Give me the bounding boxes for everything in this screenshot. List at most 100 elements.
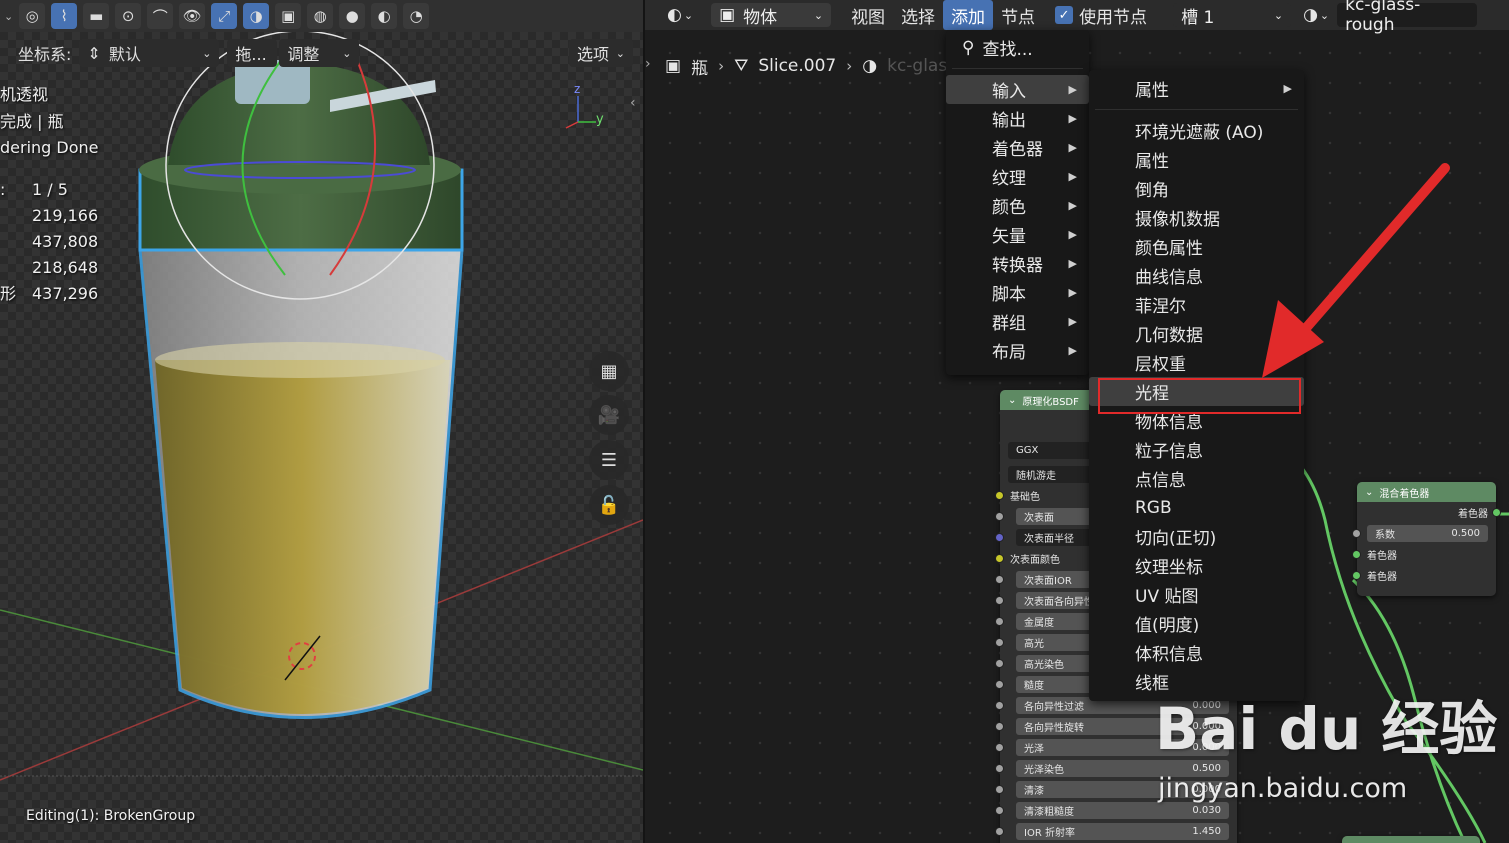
chevron-down-icon[interactable]: ⌄ — [1365, 487, 1373, 498]
add-menu-category[interactable]: 颜色 ▶ — [946, 191, 1089, 220]
input-label: 高光 — [1024, 639, 1044, 650]
input-node-menu-item[interactable]: UV 贴图 — [1089, 580, 1304, 609]
input-socket[interactable] — [995, 659, 1004, 668]
menu-divider — [952, 68, 1083, 69]
add-menu-category[interactable]: 脚本 ▶ — [946, 278, 1089, 307]
input-socket[interactable] — [1352, 571, 1361, 580]
camera-view-icon[interactable]: 🎥 — [589, 395, 629, 435]
gizmo-toggle-icon[interactable]: ⤢ — [211, 3, 238, 29]
proportional-edit-icon[interactable]: ⊙ — [115, 3, 142, 29]
chevron-down-icon[interactable]: ⌄ — [1008, 395, 1016, 406]
category-label: 纹理 — [992, 169, 1026, 189]
input-socket[interactable] — [1352, 550, 1361, 559]
lock-camera-icon[interactable]: 🔓 — [589, 485, 629, 525]
stat-value: 1 / 5 — [32, 180, 68, 199]
stat-value: 437,296 — [32, 284, 99, 303]
input-socket[interactable] — [995, 512, 1004, 521]
axis-x-line — [565, 121, 579, 129]
input-node-menu-item[interactable]: 属性 ▶ — [1089, 74, 1304, 103]
input-socket[interactable] — [995, 743, 1004, 752]
input-socket[interactable] — [995, 491, 1004, 500]
input-node-menu-item[interactable]: RGB — [1089, 493, 1304, 522]
input-socket[interactable] — [995, 554, 1004, 563]
input-socket[interactable] — [995, 617, 1004, 626]
input-node-menu-item[interactable]: 几何数据 — [1089, 319, 1304, 348]
input-socket[interactable] — [995, 701, 1004, 710]
add-menu-category[interactable]: 群组 ▶ — [946, 307, 1089, 336]
input-node-menu-item[interactable]: 曲线信息 — [1089, 261, 1304, 290]
input-label: 次表面 — [1024, 513, 1054, 524]
input-node-menu-item[interactable]: 切向(正切) — [1089, 522, 1304, 551]
add-menu-category[interactable]: 纹理 ▶ — [946, 162, 1089, 191]
sidebar-toggle-icon[interactable]: ‹ — [630, 95, 636, 111]
add-menu-category[interactable]: 输出 ▶ — [946, 104, 1089, 133]
input-node-menu-item[interactable]: 点信息 — [1089, 464, 1304, 493]
options-menu[interactable]: 选项 ⌄ — [569, 39, 633, 67]
input-socket[interactable] — [995, 596, 1004, 605]
input-socket[interactable] — [995, 533, 1004, 542]
snap-icon[interactable]: ⌇ — [51, 3, 78, 29]
menu-item-label: RGB — [1135, 497, 1172, 518]
visibility-icon[interactable]: 👁 — [179, 3, 206, 29]
menu-item-label: 点信息 — [1135, 471, 1186, 491]
snap-increment-icon[interactable]: ▬ — [83, 3, 110, 29]
navigation-axis-gizmo[interactable]: z y — [560, 82, 620, 142]
input-socket[interactable] — [995, 764, 1004, 773]
input-node-menu-item[interactable]: 体积信息 — [1089, 638, 1304, 667]
input-field[interactable]: IOR 折射率 1.450 — [1016, 823, 1229, 840]
input-node-menu-item[interactable]: 环境光遮蔽 (AO) — [1089, 116, 1304, 145]
input-socket[interactable] — [995, 575, 1004, 584]
add-menu-category[interactable]: 布局 ▶ — [946, 336, 1089, 365]
input-socket[interactable] — [995, 806, 1004, 815]
input-node-menu-item[interactable]: 层权重 — [1089, 348, 1304, 377]
input-socket[interactable] — [995, 785, 1004, 794]
transparent-bsdf-node[interactable] — [1342, 836, 1480, 843]
input-socket[interactable] — [1352, 529, 1361, 538]
input-node-menu-item[interactable]: 摄像机数据 — [1089, 203, 1304, 232]
rendered-shading-icon[interactable]: ◔ — [403, 3, 430, 29]
node-header[interactable]: ⌄ 混合着色器 — [1357, 482, 1496, 502]
menu-item-label: 体积信息 — [1135, 645, 1203, 665]
xray-icon[interactable]: ▣ — [275, 3, 302, 29]
input-node-menu-item[interactable]: 倒角 — [1089, 174, 1304, 203]
node-header[interactable] — [1342, 836, 1480, 843]
input-node-menu-item[interactable]: 颜色属性 — [1089, 232, 1304, 261]
toggle-view-icon[interactable]: ☰ — [589, 440, 629, 480]
input-label: 金属度 — [1024, 618, 1054, 629]
material-shading-icon[interactable]: ◐ — [371, 3, 398, 29]
output-row: 着色器 — [1357, 502, 1501, 523]
input-socket[interactable] — [995, 680, 1004, 689]
search-menu-item[interactable]: ⚲ 查找... — [946, 33, 1089, 62]
input-node-menu-item[interactable]: 菲涅尔 — [1089, 290, 1304, 319]
output-socket[interactable] — [1492, 508, 1501, 517]
input-socket[interactable] — [995, 638, 1004, 647]
3d-viewport[interactable]: ⌄ ◎ ⌇ ▬ ⊙ ⌒ 👁 ⤢ ◑ ▣ ◍ ● ◐ ◔ 坐标系: ⇕ 默认 ⌄ … — [0, 0, 643, 843]
adjust-menu[interactable]: 调整 ⌄ — [279, 39, 360, 67]
overlay-toggle-icon[interactable]: ◑ — [243, 3, 270, 29]
view-mode-text: 机透视 — [0, 85, 49, 104]
input-field[interactable]: 清漆粗糙度 0.030 — [1016, 802, 1229, 819]
factor-field[interactable]: 系数 0.500 — [1367, 525, 1488, 542]
wireframe-shading-icon[interactable]: ◍ — [307, 3, 334, 29]
pivot-icon[interactable]: ◎ — [19, 3, 46, 29]
input-socket[interactable] — [995, 827, 1004, 836]
mix-shader-node[interactable]: ⌄ 混合着色器 着色器 系数 0.500 着色器 着色器 — [1352, 482, 1501, 596]
solid-shading-icon[interactable]: ● — [339, 3, 366, 29]
chevron-down-icon[interactable]: ⌄ — [4, 10, 13, 23]
stat-value: 219,166 — [32, 206, 99, 225]
add-menu-category[interactable]: 着色器 ▶ — [946, 133, 1089, 162]
add-menu-category[interactable]: 矢量 ▶ — [946, 220, 1089, 249]
coord-system-label: 坐标系: — [18, 45, 72, 64]
input-socket[interactable] — [995, 722, 1004, 731]
input-node-menu-item[interactable]: 纹理坐标 — [1089, 551, 1304, 580]
input-node-menu-item[interactable]: 粒子信息 — [1089, 435, 1304, 464]
add-menu-category[interactable]: 转换器 ▶ — [946, 249, 1089, 278]
perspective-toggle-icon[interactable]: ▦ — [589, 351, 629, 391]
add-menu-category[interactable]: 输入 ▶ — [946, 75, 1089, 104]
falloff-curve-icon[interactable]: ⌒ — [147, 3, 174, 29]
coord-system-select[interactable]: ⇕ 默认 ⌄ — [79, 39, 220, 67]
input-node-menu-item[interactable]: 值(明度) — [1089, 609, 1304, 638]
input-node-menu-item[interactable]: 属性 — [1089, 145, 1304, 174]
menu-item-label: 摄像机数据 — [1135, 210, 1220, 230]
drag-select[interactable]: 拖... — [227, 39, 278, 67]
